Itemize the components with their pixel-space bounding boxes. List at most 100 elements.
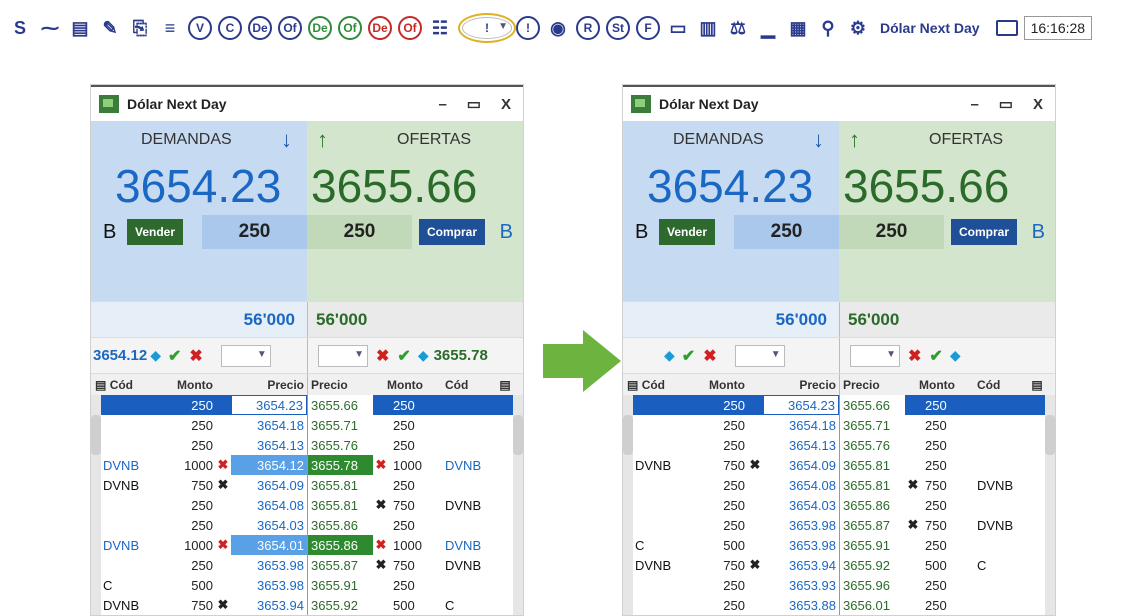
ask-price-cell[interactable]: 3655.66 (839, 395, 905, 415)
table-row[interactable]: C 500 3653.98 3655.91 250 (623, 535, 1055, 555)
column-header-bid-price[interactable]: Precio (747, 374, 839, 395)
minimize-button[interactable]: – (970, 96, 978, 113)
cancel-order-icon[interactable]: ✖ (215, 455, 231, 475)
table-row[interactable]: 250 3654.23 3655.66 250 (91, 395, 523, 415)
cancel-order-icon[interactable]: ✖ (215, 595, 231, 615)
ask-price-cell[interactable]: 3655.76 (307, 435, 373, 455)
ask-price-cell[interactable]: 3655.81 (839, 475, 905, 495)
ask-price-cell[interactable]: 3655.71 (307, 415, 373, 435)
close-button[interactable]: X (501, 96, 511, 113)
bid-price-cell[interactable]: 3654.18 (231, 415, 307, 435)
r-circle-icon[interactable]: R (576, 16, 600, 40)
cancel-order-icon[interactable]: ✖ (373, 455, 389, 475)
ask-price-cell[interactable]: 3655.86 (307, 515, 373, 535)
monitor-icon[interactable] (995, 20, 1018, 36)
columns-menu-icon[interactable]: ▤ (1025, 374, 1049, 395)
table-row[interactable]: 250 3654.18 3655.71 250 (623, 415, 1055, 435)
bid-price-cell[interactable]: 3654.23 (231, 395, 307, 415)
of-circle-icon[interactable]: Of (278, 16, 302, 40)
right-scrollbar[interactable] (1045, 395, 1055, 615)
bid-price-cell[interactable]: 3654.01 (231, 535, 307, 555)
scroll-thumb[interactable] (1045, 415, 1055, 455)
buy-button[interactable]: Comprar (950, 219, 1017, 245)
sort-updown-icon[interactable]: ◆ (664, 347, 675, 364)
confirm-icon[interactable]: ✔ (929, 346, 942, 366)
table-row[interactable]: DVNB 750 ✖ 3653.94 3655.92 500 C (623, 555, 1055, 575)
bid-quantity[interactable]: 250 (202, 215, 307, 249)
ask-price-cell[interactable]: 3655.91 (307, 575, 373, 595)
left-scrollbar[interactable] (623, 395, 633, 615)
bid-price-cell[interactable]: 3654.09 (231, 475, 307, 495)
table-row[interactable]: 250 3653.98 3655.87 ✖ 750 DVNB (623, 515, 1055, 535)
columns-menu-icon[interactable]: ▤ (493, 374, 517, 395)
bid-price-cell[interactable]: 3654.09 (763, 455, 839, 475)
table-row[interactable]: 250 3653.93 3655.96 250 (623, 575, 1055, 595)
ask-price-cell[interactable]: 3655.66 (307, 395, 373, 415)
left-scrollbar[interactable] (91, 395, 101, 615)
maximize-button[interactable]: ▭ (999, 95, 1013, 113)
column-header-bid-amount[interactable]: Monto (157, 374, 215, 395)
table-row[interactable]: 250 3654.08 3655.81 ✖ 750 DVNB (623, 475, 1055, 495)
table-row[interactable]: C 500 3653.98 3655.91 250 (91, 575, 523, 595)
column-header-ask-amount[interactable]: Monto (373, 374, 439, 395)
maximize-button[interactable]: ▭ (467, 95, 481, 113)
cancel-order-icon[interactable]: ✖ (905, 515, 921, 535)
eye-icon[interactable]: ◉ (546, 16, 570, 40)
bid-price-cell[interactable]: 3653.98 (231, 575, 307, 595)
de-circle-icon[interactable]: De (248, 16, 272, 40)
cancel-icon[interactable]: ✖ (189, 346, 202, 366)
confirm-icon[interactable]: ✔ (397, 346, 410, 366)
sort-updown-icon[interactable]: ◆ (150, 347, 161, 364)
bar-chart-icon[interactable]: ▁ (756, 16, 780, 40)
close-button[interactable]: X (1033, 96, 1043, 113)
cancel-order-icon[interactable]: ✖ (215, 535, 231, 555)
ask-price-cell[interactable]: 3655.76 (839, 435, 905, 455)
scale-icon[interactable]: ⚖ (726, 16, 750, 40)
bid-price-cell[interactable]: 3653.94 (231, 595, 307, 615)
table-row[interactable]: 250 3654.03 3655.86 250 (623, 495, 1055, 515)
table-row[interactable]: 250 3653.88 3656.01 250 (623, 595, 1055, 615)
cancel-order-icon[interactable]: ✖ (215, 475, 231, 495)
columns-menu-icon[interactable]: ▤ (95, 378, 106, 392)
bid-filter-select[interactable] (220, 344, 271, 367)
pulse-icon[interactable]: ⁓ (38, 16, 62, 40)
bid-price-cell[interactable]: 3654.08 (231, 495, 307, 515)
gear-icon[interactable]: ⚙ (846, 16, 870, 40)
cancel-order-icon[interactable]: ✖ (373, 495, 389, 515)
de-cancel-icon[interactable]: De (368, 16, 392, 40)
cancel-order-icon[interactable]: ✖ (905, 475, 921, 495)
right-scrollbar[interactable] (513, 395, 523, 615)
bid-price-cell[interactable]: 3654.13 (763, 435, 839, 455)
f-circle-icon[interactable]: F (636, 16, 660, 40)
ask-price-cell[interactable]: 3655.87 (307, 555, 373, 575)
users-doc-icon[interactable]: ⎘ (128, 16, 152, 40)
sell-button[interactable]: Vender (127, 219, 184, 245)
table-row[interactable]: DVNB 1000 ✖ 3654.12 3655.78 ✖ 1000 DVNB (91, 455, 523, 475)
document-icon[interactable]: ▤ (68, 16, 92, 40)
ask-filter-select[interactable] (850, 344, 900, 367)
card-icon[interactable]: ▭ (666, 16, 690, 40)
table-row[interactable]: 250 3654.13 3655.76 250 (623, 435, 1055, 455)
ask-quantity[interactable]: 250 (839, 215, 944, 249)
ask-price-cell[interactable]: 3655.71 (839, 415, 905, 435)
cancel-icon[interactable]: ✖ (703, 346, 716, 366)
stop-icon[interactable]: St (606, 16, 630, 40)
set-logo-icon[interactable]: S (8, 16, 32, 40)
ask-price-cell[interactable]: 3655.96 (839, 575, 905, 595)
de-green-circle-icon[interactable]: De (308, 16, 332, 40)
column-header-bid-code[interactable]: ▤ Cód (91, 374, 157, 395)
bid-price-cell[interactable]: 3653.98 (763, 535, 839, 555)
bid-price-cell[interactable]: 3653.98 (763, 515, 839, 535)
table-row[interactable]: 250 3654.03 3655.86 250 (91, 515, 523, 535)
sort-updown-icon[interactable]: ◆ (950, 347, 961, 364)
ask-price-cell[interactable]: 3655.91 (839, 535, 905, 555)
building-icon[interactable]: ▥ (696, 16, 720, 40)
table-row[interactable]: 250 3654.18 3655.71 250 (91, 415, 523, 435)
order-cancel-icon[interactable]: ! (458, 13, 516, 43)
ask-price-cell[interactable]: 3655.92 (839, 555, 905, 575)
column-header-ask-amount[interactable]: Monto (905, 374, 971, 395)
bid-price-cell[interactable]: 3653.94 (763, 555, 839, 575)
table-row[interactable]: DVNB 750 ✖ 3653.94 3655.92 500 C (91, 595, 523, 615)
columns-icon[interactable]: ☷ (428, 16, 452, 40)
table-row[interactable]: DVNB 750 ✖ 3654.09 3655.81 250 (91, 475, 523, 495)
